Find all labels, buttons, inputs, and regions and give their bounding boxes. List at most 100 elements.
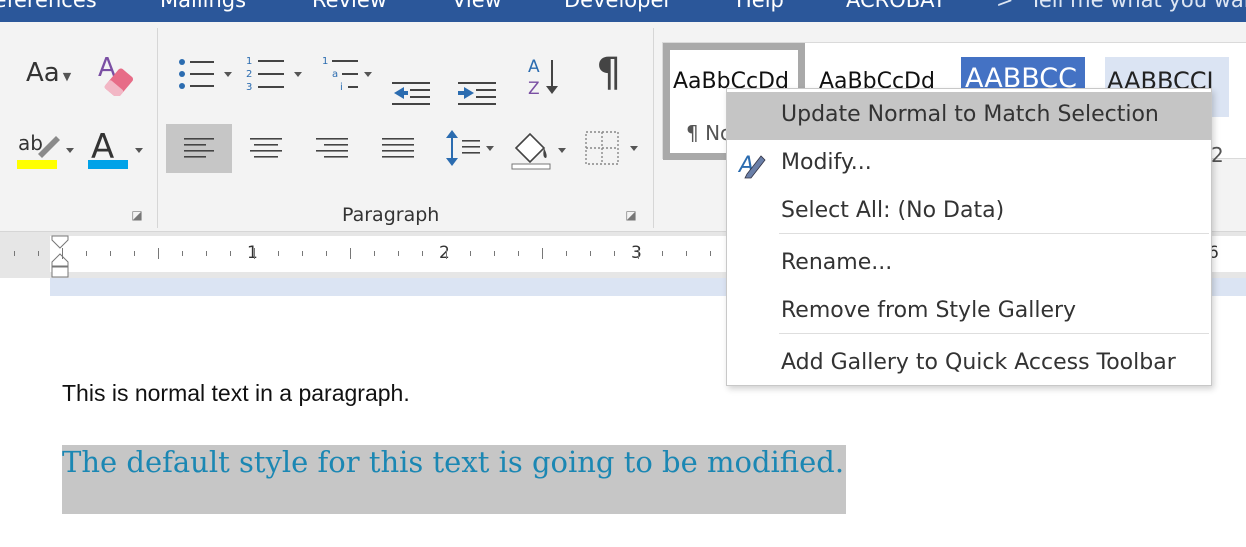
ruler-tick bbox=[326, 251, 327, 256]
decrease-indent-button[interactable] bbox=[392, 80, 432, 110]
highlight-label: ab bbox=[18, 131, 43, 155]
tell-me-search[interactable]: > Tell me what you want to do bbox=[996, 0, 1246, 12]
ruler-tick bbox=[110, 251, 111, 256]
menu-item-label: Rename... bbox=[781, 250, 893, 275]
ruler-tick bbox=[374, 251, 375, 256]
ruler-tick bbox=[14, 251, 15, 256]
ruler-tick bbox=[86, 251, 87, 256]
menu-item-update-normal[interactable]: Update Normal to Match Selection bbox=[727, 92, 1211, 140]
show-hide-marks-button[interactable]: ¶ bbox=[596, 50, 621, 96]
center-button[interactable] bbox=[248, 136, 284, 162]
tab-developer[interactable]: Developer bbox=[564, 0, 672, 12]
tell-me-text: Tell me what you want to do bbox=[1029, 0, 1246, 12]
ruler-tick bbox=[62, 248, 63, 259]
svg-text:2: 2 bbox=[246, 69, 252, 80]
selected-heading-paragraph[interactable]: The default style for this text is going… bbox=[62, 445, 846, 514]
change-case-label: Aa bbox=[26, 58, 60, 88]
sort-button[interactable]: A Z bbox=[526, 56, 566, 99]
borders-button[interactable] bbox=[584, 128, 646, 168]
align-left-button[interactable] bbox=[166, 124, 232, 173]
align-right-button[interactable] bbox=[314, 136, 350, 162]
align-center-icon bbox=[250, 138, 282, 158]
ruler-tick bbox=[230, 251, 231, 256]
tab-review[interactable]: Review bbox=[312, 0, 387, 12]
menu-item-label: Select All: (No Data) bbox=[781, 198, 1005, 223]
ruler-tick bbox=[614, 251, 615, 256]
tab-view[interactable]: View bbox=[452, 0, 502, 12]
borders-icon bbox=[585, 131, 638, 165]
indent-markers-icon[interactable] bbox=[50, 234, 72, 280]
svg-text:i: i bbox=[340, 82, 343, 93]
tab-mailings[interactable]: Mailings bbox=[160, 0, 246, 12]
menu-item-label: Modify... bbox=[781, 150, 872, 175]
bullets-icon bbox=[179, 59, 232, 89]
decrease-indent-icon bbox=[392, 82, 430, 105]
font-dialog-launcher-icon[interactable]: ◪ bbox=[130, 208, 144, 222]
eraser-icon: A bbox=[98, 53, 134, 98]
tab-references[interactable]: References bbox=[0, 0, 97, 12]
ruler-number: 1 bbox=[247, 243, 258, 263]
svg-text:1: 1 bbox=[246, 56, 252, 67]
numbering-icon: 1 2 3 bbox=[246, 56, 302, 93]
ruler-tick bbox=[590, 251, 591, 256]
ruler-tick bbox=[302, 251, 303, 256]
heading-text: The default style for this text is going… bbox=[62, 445, 845, 479]
group-separator bbox=[157, 28, 158, 228]
menu-separator bbox=[779, 233, 1209, 234]
tab-help[interactable]: Help bbox=[736, 0, 784, 12]
text-highlight-button[interactable]: ab bbox=[16, 128, 78, 176]
justify-button[interactable] bbox=[380, 136, 416, 162]
menu-item-select-all[interactable]: Select All: (No Data) bbox=[727, 188, 1211, 236]
numbering-button[interactable]: 1 2 3 bbox=[246, 54, 308, 94]
bullets-button[interactable] bbox=[176, 56, 238, 92]
justify-icon bbox=[382, 138, 414, 158]
ruler-tick bbox=[638, 248, 639, 259]
ruler-tick bbox=[278, 251, 279, 256]
style-context-menu: Update Normal to Match Selection A Modif… bbox=[726, 88, 1212, 386]
ruler-tick bbox=[134, 251, 135, 256]
svg-text:Z: Z bbox=[528, 79, 540, 98]
tab-acrobat[interactable]: ACROBAT bbox=[846, 0, 946, 12]
line-spacing-icon bbox=[446, 130, 494, 166]
ruler-tick bbox=[350, 248, 351, 259]
multilevel-list-button[interactable]: 1 a i bbox=[320, 54, 382, 94]
menu-item-remove-from-gallery[interactable]: Remove from Style Gallery bbox=[727, 288, 1211, 336]
paragraph-dialog-launcher-icon[interactable]: ◪ bbox=[624, 208, 638, 222]
paragraph-group-label: Paragraph bbox=[342, 204, 440, 226]
menu-separator bbox=[779, 333, 1209, 334]
font-color-button[interactable]: A bbox=[86, 126, 148, 174]
ruler-tick bbox=[566, 251, 567, 256]
ruler-tick bbox=[182, 251, 183, 256]
menu-item-rename[interactable]: Rename... bbox=[727, 240, 1211, 288]
ruler-tick bbox=[254, 248, 255, 259]
menu-item-add-gallery-to-qat[interactable]: Add Gallery to Quick Access Toolbar bbox=[727, 340, 1211, 388]
ruler-tick bbox=[662, 251, 663, 256]
ruler-number: 3 bbox=[631, 243, 642, 263]
increase-indent-button[interactable] bbox=[458, 80, 498, 110]
ruler-tick bbox=[446, 248, 447, 259]
font-color-icon: A bbox=[88, 127, 143, 169]
align-right-icon bbox=[316, 138, 348, 158]
ruler-tick bbox=[38, 251, 39, 256]
menu-item-modify[interactable]: A Modify... bbox=[727, 140, 1211, 188]
pilcrow-icon: ¶ bbox=[596, 50, 622, 96]
pencil-style-icon: A bbox=[737, 153, 766, 179]
svg-text:A: A bbox=[528, 57, 540, 77]
menu-item-label: Update Normal to Match Selection bbox=[781, 102, 1159, 127]
paint-bucket-icon bbox=[511, 132, 566, 170]
line-spacing-button[interactable] bbox=[444, 128, 500, 168]
highlighter-icon: ab bbox=[17, 131, 74, 169]
normal-paragraph[interactable]: This is normal text in a paragraph. bbox=[62, 380, 410, 407]
ruler-tick bbox=[542, 248, 543, 259]
shading-button[interactable] bbox=[510, 126, 572, 170]
increase-indent-icon bbox=[458, 82, 496, 105]
svg-text:a: a bbox=[332, 69, 338, 80]
ruler-tick bbox=[518, 251, 519, 256]
menu-item-label: Add Gallery to Quick Access Toolbar bbox=[781, 350, 1176, 375]
change-case-button[interactable]: Aa ▼ bbox=[26, 58, 71, 88]
sort-az-icon: A Z bbox=[528, 57, 558, 99]
ruler-tick bbox=[710, 251, 711, 256]
ruler-tick bbox=[206, 251, 207, 256]
heading2-number-fragment: 2 bbox=[1211, 143, 1224, 167]
clear-formatting-button[interactable]: A bbox=[96, 52, 136, 98]
